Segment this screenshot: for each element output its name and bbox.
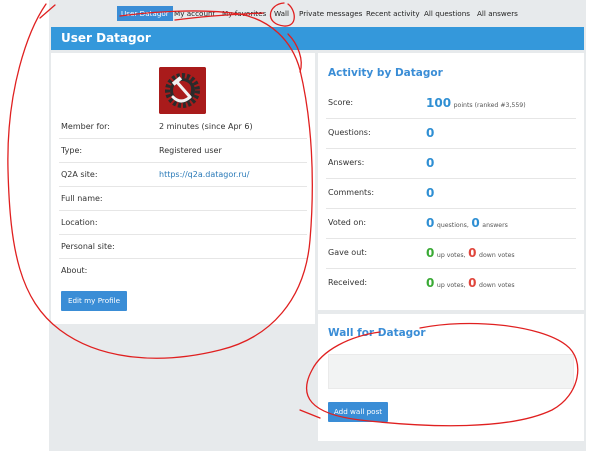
hammer-sickle-gear-icon [159, 67, 206, 114]
activity-row-comments: Comments: 0 [326, 178, 576, 209]
page-title-bar: User Datagor [51, 27, 584, 50]
row-label: Comments: [328, 188, 375, 197]
answers-count: 0 [426, 156, 435, 170]
nav-wall[interactable]: Wall [270, 6, 293, 21]
gave-down-unit: down votes [479, 252, 515, 259]
score-unit: points (ranked #3,559) [453, 102, 526, 109]
nav-my-favorites[interactable]: My favorites [218, 6, 270, 21]
profile-panel: Member for: 2 minutes (since Apr 6) Type… [51, 53, 315, 324]
profile-row-q2a-site: Q2A site: https://q2a.datagor.ru/ [59, 163, 307, 187]
row-value: 2 minutes (since Apr 6) [159, 122, 253, 131]
row-label: Q2A site: [61, 170, 98, 179]
nav-recent-activity[interactable]: Recent activity [362, 6, 424, 21]
wall-title: Wall for Datagor [328, 327, 426, 339]
row-label: Location: [61, 218, 98, 227]
activity-panel: Activity by Datagor Score: 100 points (r… [318, 53, 584, 310]
nav-user-profile[interactable]: User Datagor [117, 6, 173, 21]
row-value: Registered user [159, 146, 222, 155]
row-label: Questions: [328, 128, 371, 137]
profile-row-personal-site: Personal site: [59, 235, 307, 259]
nav-all-questions[interactable]: All questions [420, 6, 474, 21]
voted-questions-unit: questions, [436, 222, 469, 229]
nav-my-account[interactable]: My account [170, 6, 219, 21]
profile-row-full-name: Full name: [59, 187, 307, 211]
profile-row-type: Type: Registered user [59, 139, 307, 163]
score-value: 100 [426, 96, 452, 110]
received-up-unit: up votes, [436, 282, 466, 289]
activity-row-answers: Answers: 0 [326, 148, 576, 179]
voted-questions-count: 0 [426, 216, 435, 230]
questions-count: 0 [426, 126, 435, 140]
row-label: Answers: [328, 158, 365, 167]
activity-row-gave-out: Gave out: 0 up votes, 0 down votes [326, 238, 576, 269]
add-wall-post-button[interactable]: Add wall post [328, 402, 388, 422]
row-label: About: [61, 266, 88, 275]
profile-row-about: About: [59, 259, 307, 282]
row-label: Received: [328, 278, 368, 287]
activity-title: Activity by Datagor [328, 67, 443, 79]
received-down-votes: 0 [468, 276, 477, 290]
gave-up-unit: up votes, [436, 252, 466, 259]
row-label: Personal site: [61, 242, 115, 251]
activity-row-score: Score: 100 points (ranked #3,559) [326, 88, 576, 119]
row-label: Full name: [61, 194, 103, 203]
row-label: Member for: [61, 122, 111, 131]
wall-post-textarea[interactable] [328, 354, 574, 389]
profile-row-location: Location: [59, 211, 307, 235]
activity-row-voted-on: Voted on: 0 questions, 0 answers [326, 208, 576, 239]
top-navigation: User Datagor My account My favorites Wal… [49, 6, 586, 21]
page-title: User Datagor [61, 31, 151, 45]
profile-row-member-for: Member for: 2 minutes (since Apr 6) [59, 115, 307, 139]
voted-answers-count: 0 [471, 216, 480, 230]
avatar [159, 67, 206, 114]
page-frame: User Datagor My account My favorites Wal… [49, 0, 586, 451]
received-down-unit: down votes [479, 282, 515, 289]
activity-row-received: Received: 0 up votes, 0 down votes [326, 268, 576, 298]
q2a-site-link[interactable]: https://q2a.datagor.ru/ [159, 163, 249, 186]
nav-private-messages[interactable]: Private messages [295, 6, 366, 21]
row-label: Voted on: [328, 218, 367, 227]
nav-all-answers[interactable]: All answers [473, 6, 522, 21]
row-label: Type: [61, 146, 83, 155]
activity-row-questions: Questions: 0 [326, 118, 576, 149]
row-label: Gave out: [328, 248, 368, 257]
voted-answers-unit: answers [482, 222, 508, 229]
gave-down-votes: 0 [468, 246, 477, 260]
gave-up-votes: 0 [426, 246, 435, 260]
row-label: Score: [328, 98, 354, 107]
comments-count: 0 [426, 186, 435, 200]
received-up-votes: 0 [426, 276, 435, 290]
edit-profile-button[interactable]: Edit my Profile [61, 291, 127, 311]
wall-panel: Wall for Datagor Add wall post [318, 314, 584, 441]
